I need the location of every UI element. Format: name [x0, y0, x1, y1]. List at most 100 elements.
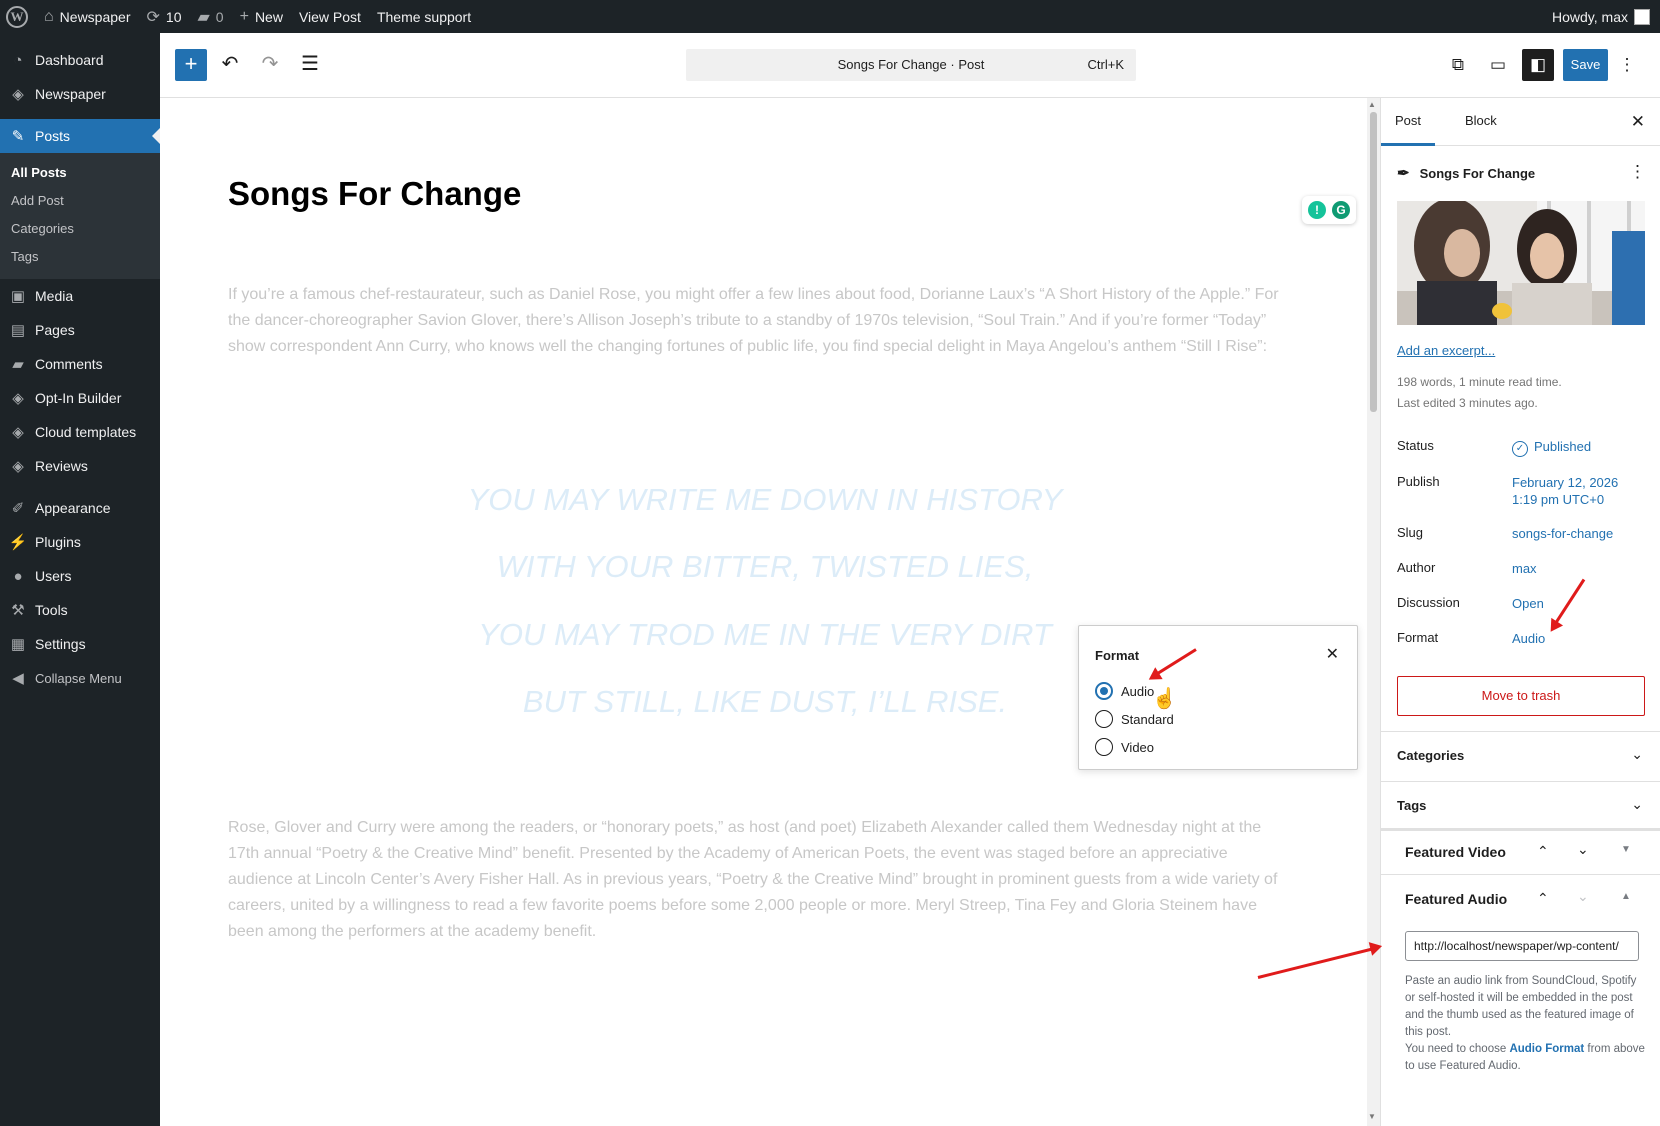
grammarly-icon: G — [1332, 201, 1350, 219]
format-option-audio[interactable]: Audio — [1095, 681, 1154, 701]
toggle-panel-icon[interactable]: ▼ — [1621, 844, 1631, 855]
theme-support-link[interactable]: Theme support — [369, 0, 479, 33]
menu-collapse[interactable]: ◀ Collapse Menu — [0, 661, 160, 695]
dashboard-icon: ◔ — [13, 51, 23, 69]
editor-toolbar: + ↶ ↷ ☰ Songs For Change · Post Ctrl+K ⧉… — [160, 33, 1660, 98]
updates-link[interactable]: ⟳ 10 — [139, 0, 190, 33]
audio-format-link[interactable]: Audio Format — [1509, 1043, 1584, 1055]
format-value[interactable]: Audio — [1512, 630, 1545, 647]
move-down-icon[interactable]: ⌄ — [1577, 888, 1589, 905]
post-title[interactable]: Songs For Change — [228, 175, 521, 213]
categories-panel[interactable]: Categories ⌄ — [1381, 731, 1660, 781]
scroll-down-icon[interactable]: ▼ — [1368, 1112, 1376, 1121]
editor-canvas — [160, 98, 1380, 1126]
options-kebab-icon[interactable]: ⋮ — [1615, 49, 1639, 81]
move-up-icon[interactable]: ⌃ — [1537, 890, 1549, 907]
radio-video[interactable] — [1095, 738, 1113, 756]
save-button[interactable]: Save — [1563, 49, 1608, 81]
plus-icon: + — [239, 7, 249, 25]
site-name-link[interactable]: ⌂ Newspaper — [36, 0, 139, 33]
menu-newspaper[interactable]: ◈ Newspaper — [0, 77, 160, 111]
submenu-tags[interactable]: Tags — [0, 243, 160, 271]
grammarly-widget[interactable]: ! G — [1302, 196, 1356, 224]
menu-tools[interactable]: ⚒ Tools — [0, 593, 160, 627]
discussion-value[interactable]: Open — [1512, 595, 1544, 612]
pages-icon: ▤ — [10, 322, 26, 339]
menu-reviews[interactable]: ◈ Reviews — [0, 449, 160, 483]
menu-users[interactable]: ● Users — [0, 559, 160, 593]
publish-row: Publish February 12, 2026 1:19 pm UTC+0 — [1397, 474, 1619, 508]
radio-audio[interactable] — [1095, 682, 1113, 700]
chevron-down-icon: ⌄ — [1631, 746, 1643, 762]
comments-icon: ▰ — [12, 356, 24, 373]
tab-block[interactable]: Block — [1451, 98, 1511, 146]
submenu-all-posts[interactable]: All Posts — [0, 159, 160, 187]
document-overview-icon[interactable]: ☰ — [296, 51, 324, 76]
editor-scrollbar-thumb[interactable] — [1370, 112, 1377, 412]
view-post-link[interactable]: View Post — [291, 0, 369, 33]
media-icon: ▣ — [10, 288, 26, 305]
word-count: 198 words, 1 minute read time. — [1397, 375, 1562, 389]
chevron-down-icon: ⌄ — [1631, 796, 1643, 812]
radio-standard[interactable] — [1095, 710, 1113, 728]
poem-line-1[interactable]: YOU MAY WRITE ME DOWN IN HISTORY — [240, 482, 1290, 518]
close-icon[interactable]: ✕ — [1631, 112, 1645, 132]
newspaper-icon: ◈ — [12, 86, 24, 103]
menu-posts[interactable]: ✎ Posts — [0, 119, 160, 153]
undo-icon[interactable]: ↶ — [216, 51, 244, 76]
wp-logo-button[interactable]: W — [0, 0, 36, 33]
reviews-icon: ◈ — [12, 458, 24, 475]
block-inserter-button[interactable]: + — [175, 49, 207, 81]
publish-date-value[interactable]: February 12, 2026 1:19 pm UTC+0 — [1512, 474, 1618, 508]
command-palette-button[interactable]: Songs For Change · Post Ctrl+K — [686, 49, 1136, 81]
new-content-link[interactable]: + New — [232, 0, 291, 33]
view-post-icon[interactable]: ⧉ — [1442, 49, 1474, 81]
lightbulb-icon: ! — [1308, 201, 1326, 219]
paragraph-block-2[interactable]: Rose, Glover and Curry were among the re… — [228, 815, 1288, 945]
featured-audio-url-input[interactable]: http://localhost/newspaper/wp-content/ — [1405, 931, 1639, 961]
submenu-categories[interactable]: Categories — [0, 215, 160, 243]
toggle-panel-icon[interactable]: ▲ — [1621, 891, 1631, 902]
close-icon[interactable]: ✕ — [1326, 644, 1339, 664]
move-down-icon[interactable]: ⌄ — [1577, 841, 1589, 858]
add-excerpt-link[interactable]: Add an excerpt... — [1397, 343, 1495, 358]
collapse-icon: ◀ — [12, 670, 24, 687]
user-icon: ● — [13, 567, 23, 585]
paragraph-block-1[interactable]: If you’re a famous chef-restaurateur, su… — [228, 282, 1288, 360]
format-option-standard[interactable]: Standard — [1095, 709, 1174, 729]
menu-cloud-templates[interactable]: ◈ Cloud templates — [0, 415, 160, 449]
my-account-link[interactable]: Howdy, max — [1552, 8, 1660, 25]
menu-optin-builder[interactable]: ◈ Opt-In Builder — [0, 381, 160, 415]
preview-device-icon[interactable]: ▭ — [1482, 49, 1514, 81]
post-feather-icon: ✒ — [1397, 165, 1410, 182]
post-actions-kebab-icon[interactable]: ⋮ — [1629, 162, 1646, 182]
submenu-add-post[interactable]: Add Post — [0, 187, 160, 215]
slug-value[interactable]: songs-for-change — [1512, 525, 1613, 542]
menu-plugins[interactable]: ⚡ Plugins — [0, 525, 160, 559]
scroll-up-icon[interactable]: ▲ — [1368, 100, 1376, 109]
redo-icon[interactable]: ↷ — [256, 51, 284, 76]
menu-settings[interactable]: ▦ Settings — [0, 627, 160, 661]
tags-panel[interactable]: Tags ⌄ — [1381, 781, 1660, 831]
optin-icon: ◈ — [12, 390, 24, 407]
menu-pages[interactable]: ▤ Pages — [0, 313, 160, 347]
menu-appearance[interactable]: ✐ Appearance — [0, 491, 160, 525]
poem-line-2[interactable]: WITH YOUR BITTER, TWISTED LIES, — [240, 549, 1290, 585]
author-value[interactable]: max — [1512, 560, 1537, 577]
status-value[interactable]: ✓ Published — [1512, 438, 1591, 457]
featured-image-photo — [1397, 201, 1645, 325]
settings-sidebar: Post Block ✕ ✒ Songs For Change ⋮ Add an … — [1380, 98, 1660, 1126]
comments-link[interactable]: ▰ 0 — [189, 0, 231, 33]
format-option-video[interactable]: Video — [1095, 737, 1154, 757]
format-popover: Format ✕ Audio Standard Video — [1078, 625, 1358, 770]
menu-comments[interactable]: ▰ Comments — [0, 347, 160, 381]
settings-sidebar-toggle[interactable]: ◧ — [1522, 49, 1554, 81]
refresh-icon: ⟳ — [146, 8, 160, 26]
menu-dashboard[interactable]: ◔ Dashboard — [0, 43, 160, 77]
move-up-icon[interactable]: ⌃ — [1537, 843, 1549, 860]
tab-post[interactable]: Post — [1381, 98, 1436, 146]
featured-image[interactable] — [1397, 201, 1645, 325]
menu-media[interactable]: ▣ Media — [0, 279, 160, 313]
move-to-trash-button[interactable]: Move to trash — [1397, 676, 1645, 716]
comment-icon: ▰ — [197, 8, 210, 26]
